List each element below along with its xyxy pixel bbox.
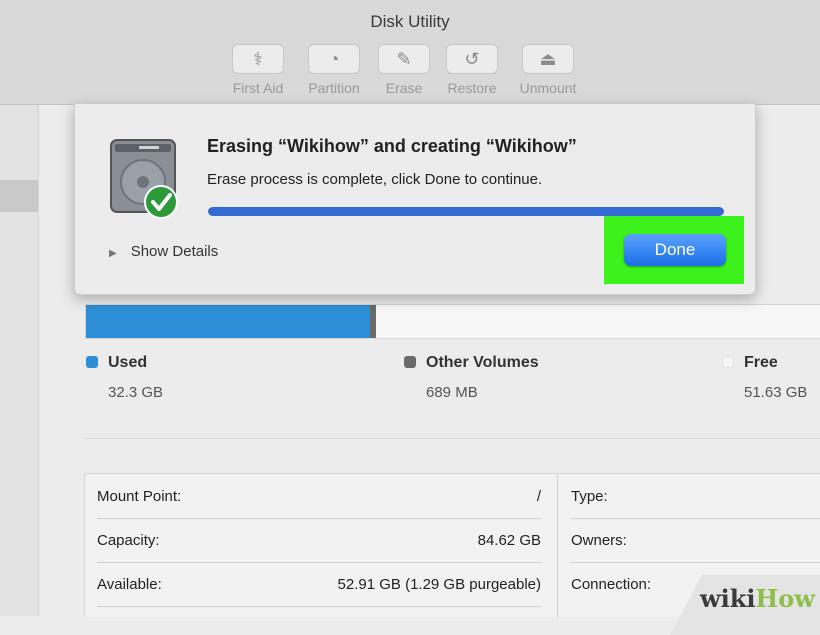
mount-point-key: Mount Point: — [97, 488, 182, 505]
available-key: Available: — [97, 576, 162, 593]
other-volumes-label: Other Volumes — [426, 354, 539, 371]
done-button[interactable]: Done — [624, 234, 726, 266]
partition-label: Partition — [308, 80, 360, 96]
hard-drive-success-icon — [110, 139, 178, 219]
legend-other-volumes: Other Volumes 689 MB — [404, 354, 539, 401]
unmount-button[interactable]: ⏏ Unmount — [516, 44, 580, 96]
other-volumes-value: 689 MB — [426, 384, 478, 401]
free-swatch — [722, 356, 734, 368]
connection-key: Connection: — [571, 576, 652, 593]
row-divider — [571, 562, 820, 563]
row-divider — [97, 606, 541, 607]
erase-button[interactable]: ✎ Erase — [372, 44, 436, 96]
used-value: 32.3 GB — [108, 384, 164, 401]
row-divider — [97, 562, 541, 563]
first-aid-button[interactable]: ⚕ First Aid — [226, 44, 290, 96]
erase-drive-icon: ✎ — [378, 44, 430, 74]
unmount-label: Unmount — [519, 80, 577, 96]
free-label: Free — [744, 354, 778, 371]
other-volumes-swatch — [404, 356, 416, 368]
erase-progress-fill — [208, 207, 724, 216]
window-title: Disk Utility — [370, 12, 450, 31]
legend-free: Free 51.63 GB — [722, 354, 807, 401]
available-value: 52.91 GB (1.29 GB purgeable) — [337, 576, 541, 593]
first-aid-label: First Aid — [232, 80, 284, 96]
disk-usage-bar — [85, 304, 820, 339]
column-separator — [557, 474, 558, 617]
eject-icon: ⏏ — [522, 44, 574, 74]
sidebar — [0, 105, 39, 616]
erase-progress-bar — [208, 207, 724, 216]
dialog-message: Erase process is complete, click Done to… — [207, 171, 543, 188]
window-titlebar: Disk Utility ⚕ First Aid ◔ Partition ✎ E… — [0, 0, 820, 105]
type-key: Type: — [571, 488, 608, 505]
erase-label: Erase — [385, 80, 423, 96]
watermark-wiki: wiki — [700, 584, 756, 613]
dialog-title: Erasing “Wikihow” and creating “Wikihow” — [207, 136, 577, 156]
section-divider — [85, 438, 820, 439]
show-details-label: Show Details — [130, 243, 219, 260]
sidebar-selected-item[interactable] — [0, 180, 38, 212]
other-volumes-segment — [370, 305, 377, 338]
used-label: Used — [108, 354, 148, 371]
stethoscope-icon: ⚕ — [232, 44, 284, 74]
show-details-toggle[interactable]: ▶ Show Details — [109, 243, 218, 260]
row-divider — [97, 518, 541, 519]
legend-used: Used 32.3 GB — [86, 354, 163, 401]
capacity-value: 84.62 GB — [477, 532, 541, 549]
restore-button[interactable]: ↺ Restore — [440, 44, 504, 96]
partition-pie-icon: ◔ — [308, 44, 360, 74]
disclosure-triangle-icon: ▶ — [109, 248, 117, 259]
free-value: 51.63 GB — [744, 384, 808, 401]
restore-label: Restore — [447, 80, 497, 96]
restore-arrow-icon: ↺ — [446, 44, 498, 74]
capacity-key: Capacity: — [97, 532, 160, 549]
row-divider — [571, 518, 820, 519]
used-segment — [86, 305, 371, 338]
wikihow-watermark: wikiHow — [700, 584, 815, 613]
mount-point-value: / — [536, 488, 541, 505]
owners-key: Owners: — [571, 532, 627, 549]
used-swatch — [86, 356, 98, 368]
watermark-how: How — [755, 584, 815, 613]
partition-button[interactable]: ◔ Partition — [302, 44, 366, 96]
